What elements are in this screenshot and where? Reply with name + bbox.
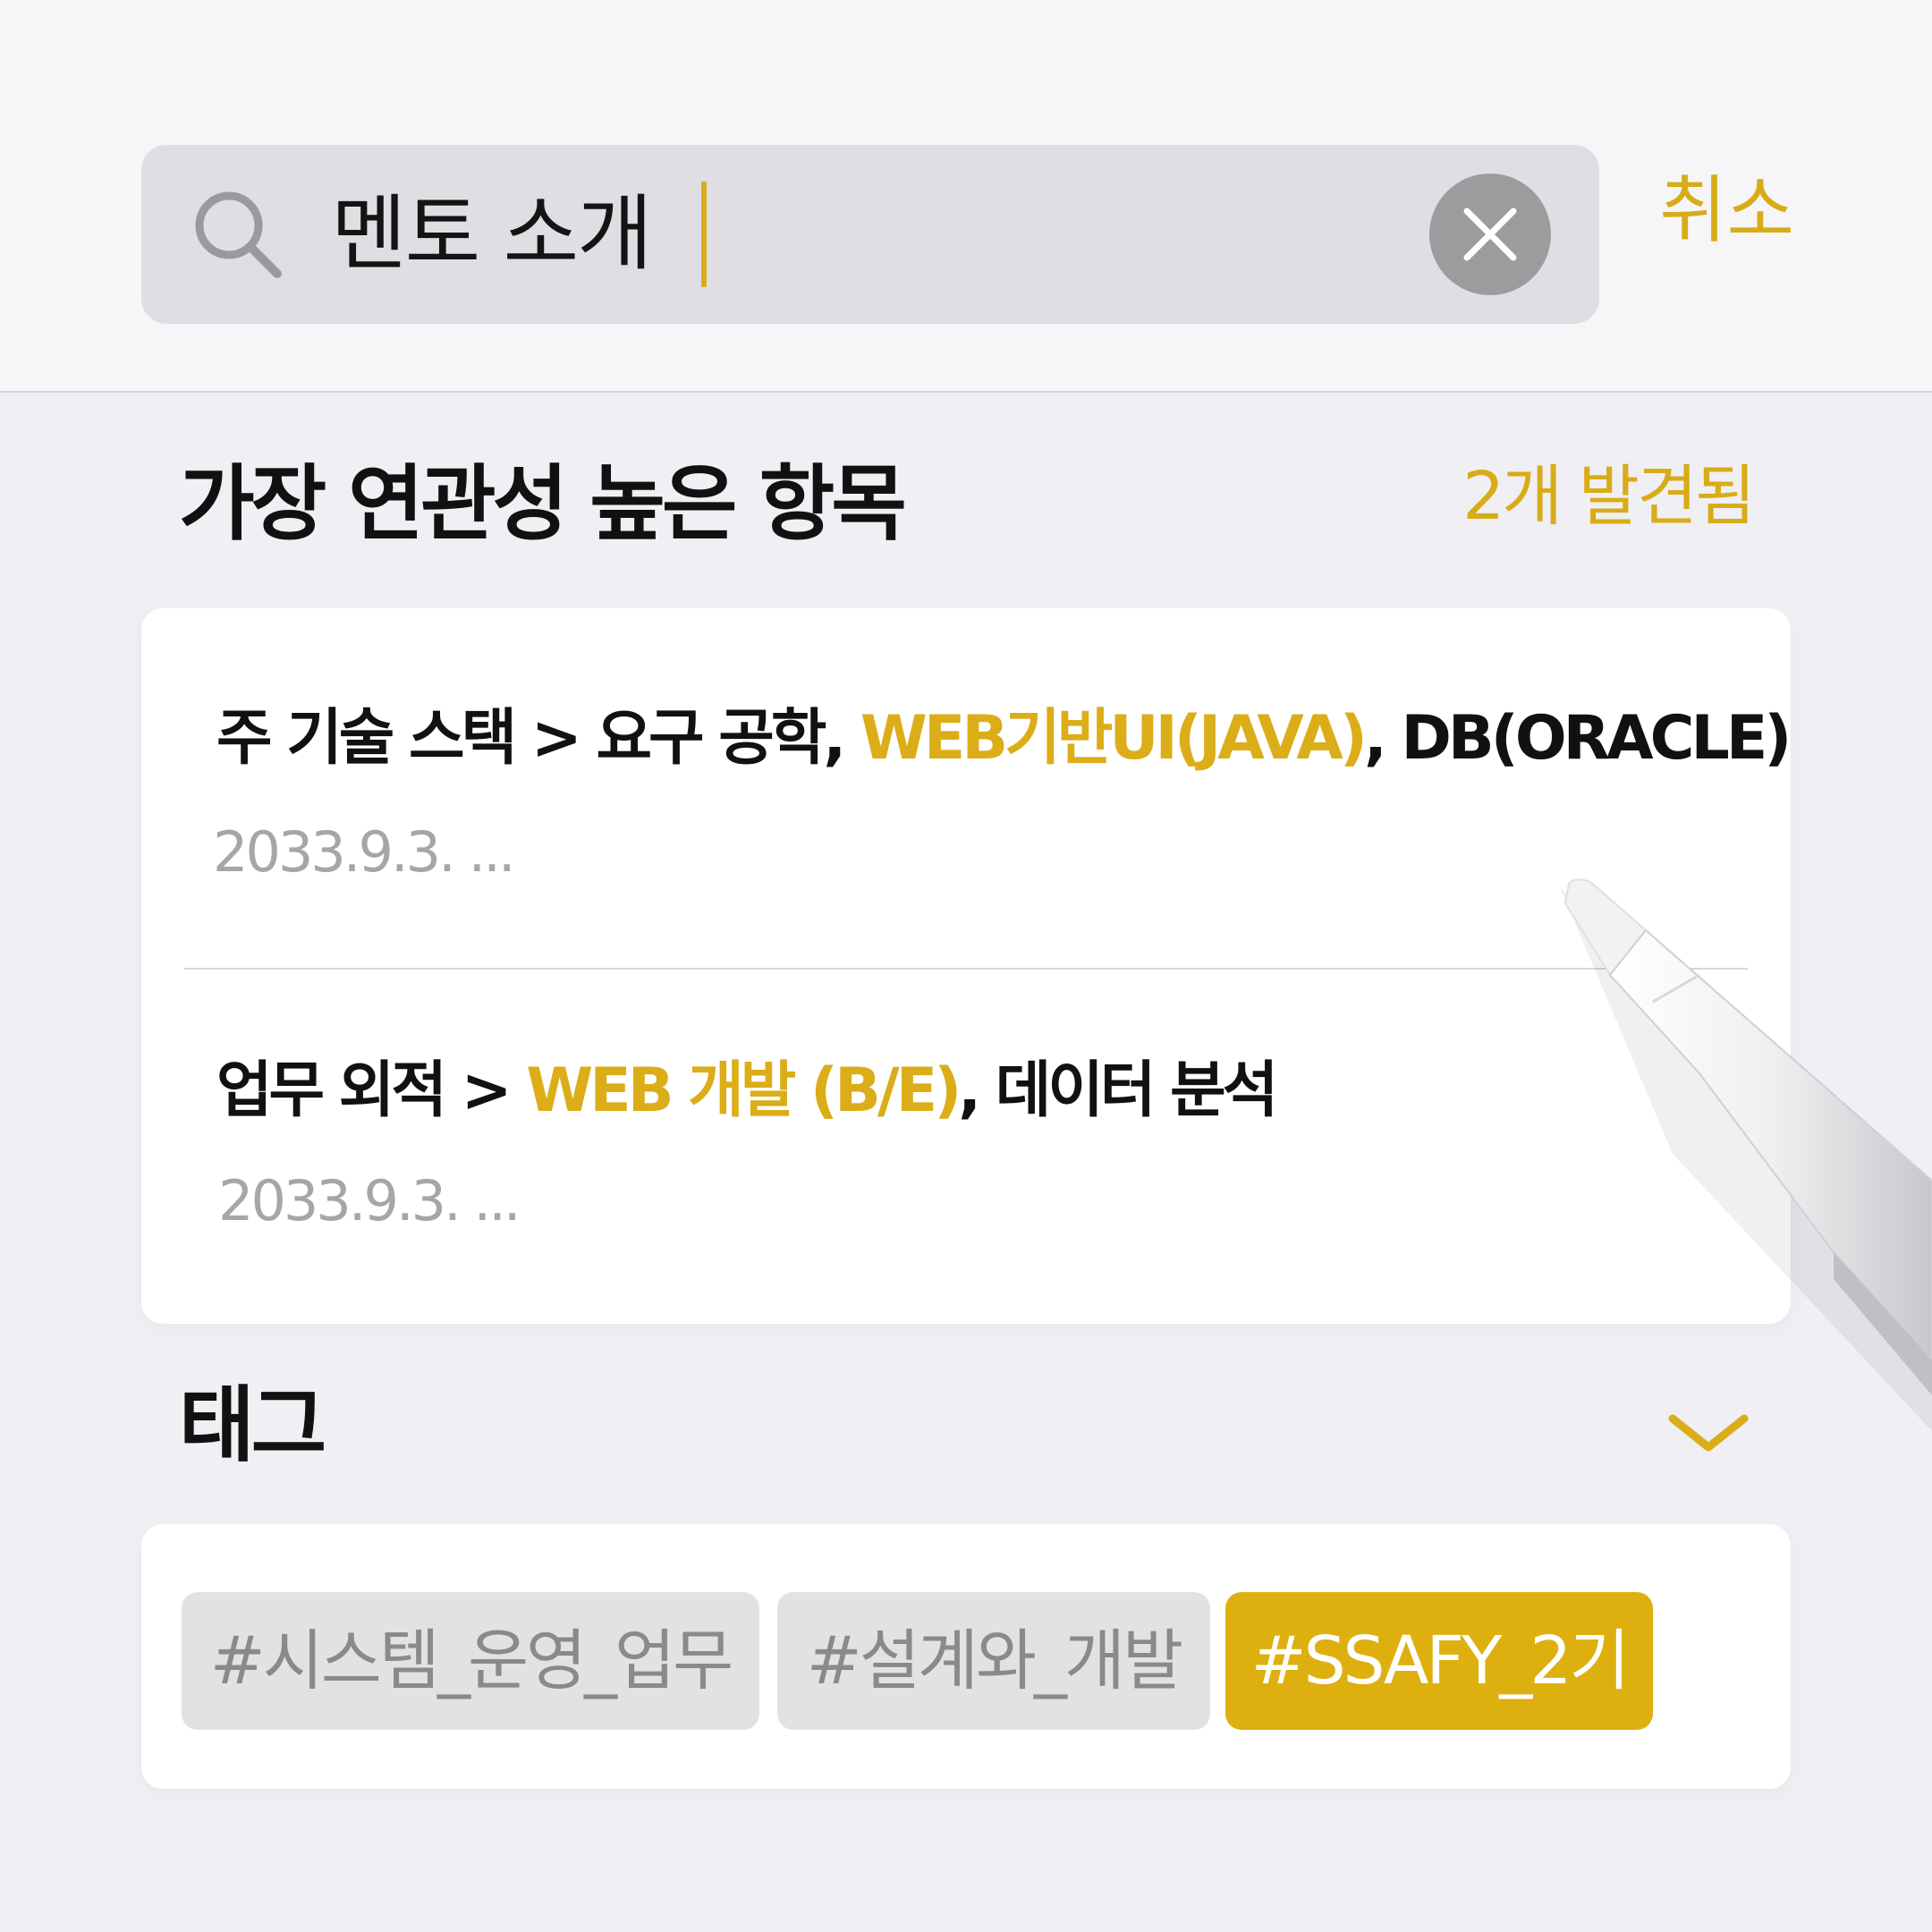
results-card: 주 기술 스택 > 요구 공학, WEB기반UI(JAVA), DB(ORACL… [141, 608, 1792, 1324]
result-title: 업무 외적 > WEB 개발 (B/E), 데이터 분석 [216, 1061, 1278, 1122]
search-icon [188, 184, 288, 284]
tags-expand-button[interactable] [1665, 1406, 1751, 1460]
tag-chip-selected[interactable]: #SSAFY_2기 [1225, 1592, 1653, 1730]
result-title: 주 기술 스택 > 요구 공학, WEB기반UI(JAVA), DB(ORACL… [216, 708, 1792, 769]
result-title-prefix: 주 기술 스택 > 요구 공학, [216, 703, 860, 774]
chevron-down-icon [1668, 1414, 1749, 1452]
result-title-suffix: , DB(ORACLE) [1363, 703, 1792, 774]
result-date: 2033.9.3. ... [218, 1168, 521, 1233]
result-item-2[interactable]: 업무 외적 > WEB 개발 (B/E), 데이터 분석 2033.9.3. .… [141, 970, 1791, 1324]
tag-chip[interactable]: #시스템_운영_업무 [182, 1592, 759, 1730]
result-title-highlight: WEB 개발 (B/E) [526, 1055, 962, 1126]
results-section-title: 가장 연관성 높은 항목 [179, 456, 907, 552]
result-date: 2033.9.3. ... [213, 819, 516, 885]
top-bar: 멘토 소개 취소 [0, 0, 1932, 393]
tag-chip[interactable]: #설계와_개발 [777, 1592, 1210, 1730]
result-title-suffix: , 데이터 분석 [958, 1055, 1278, 1126]
result-title-prefix: 업무 외적 > [216, 1055, 527, 1126]
search-field[interactable]: 멘토 소개 [141, 145, 1599, 324]
tags-card: #시스템_운영_업무 #설계와_개발 #SSAFY_2기 [141, 1524, 1791, 1789]
clear-icon [1463, 208, 1517, 261]
text-caret [700, 182, 707, 287]
results-count: 2개 발견됨 [1462, 458, 1756, 535]
cancel-button[interactable]: 취소 [1659, 174, 1794, 248]
clear-search-button[interactable] [1429, 174, 1551, 295]
result-title-highlight: WEB기반UI(JAVA) [860, 703, 1368, 774]
search-input[interactable]: 멘토 소개 [331, 145, 707, 324]
result-item-1[interactable]: 주 기술 스택 > 요구 공학, WEB기반UI(JAVA), DB(ORACL… [141, 608, 1792, 968]
tags-section-title: 태그 [179, 1377, 326, 1473]
search-query-text: 멘토 소개 [331, 186, 653, 282]
